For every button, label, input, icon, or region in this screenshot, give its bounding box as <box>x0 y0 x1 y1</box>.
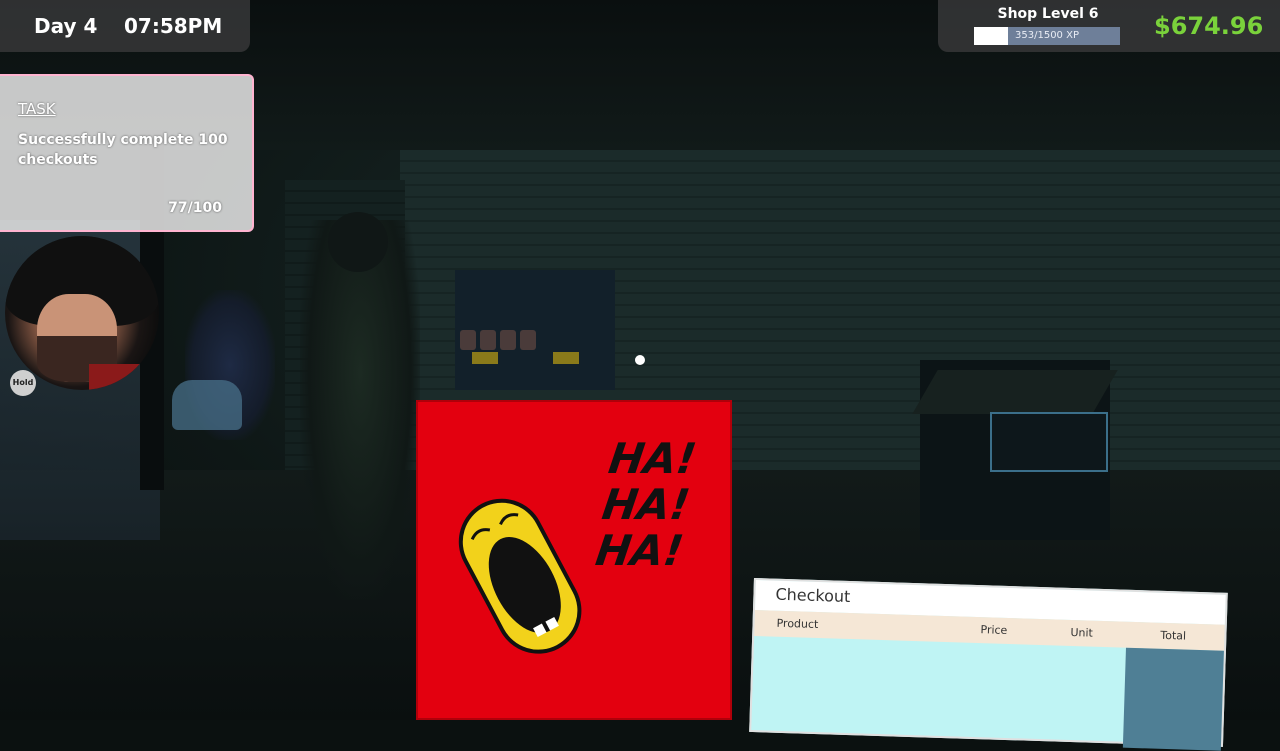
price-tag <box>553 352 579 364</box>
checkout-title: Checkout <box>775 584 851 607</box>
column-product: Product <box>776 616 819 632</box>
column-price: Price <box>980 623 1008 637</box>
shop-level-label: Shop Level 6 <box>997 6 1099 22</box>
checkout-screen[interactable]: Checkout Product Price Unit Total <box>749 578 1228 751</box>
hold-mouse-icon: Hold <box>10 370 36 396</box>
shelf-product[interactable] <box>460 330 476 350</box>
task-description: Successfully complete 100 checkouts <box>18 132 228 168</box>
task-progress: 77/100 <box>168 200 222 216</box>
shelf-product[interactable] <box>480 330 496 350</box>
time-label: 07:58PM <box>124 14 223 38</box>
customer-walking[interactable] <box>300 220 420 600</box>
laughing-meme-overlay: HA! HA! HA! <box>416 400 732 720</box>
shelf-product[interactable] <box>520 330 536 350</box>
webcam-shirt <box>89 364 159 390</box>
customer-head <box>328 212 388 272</box>
money-balance: $674.96 <box>1154 12 1264 40</box>
shop-level-panel: Shop Level 6 353/1500 XP $674.96 <box>938 0 1280 52</box>
day-label: Day 4 <box>34 14 98 38</box>
checkout-total-area <box>1122 647 1224 751</box>
task-title: TASK <box>18 100 56 118</box>
storage-bin-top <box>912 370 1118 414</box>
meme-laugh-text: HA! HA! HA! <box>592 434 700 575</box>
storage-bin-outline[interactable] <box>990 412 1108 472</box>
shelf-product[interactable] <box>500 330 516 350</box>
xp-progress-bar: 353/1500 XP <box>974 27 1120 45</box>
xp-text: 353/1500 XP <box>1015 30 1079 41</box>
streamer-webcam <box>5 236 159 390</box>
column-total: Total <box>1160 628 1187 643</box>
column-unit: Unit <box>1070 625 1094 640</box>
day-time-panel: Day 4 07:58PM <box>0 0 250 52</box>
crosshair <box>635 355 645 365</box>
task-panel: TASK Successfully complete 100 checkouts… <box>0 74 254 232</box>
chair <box>172 380 242 430</box>
price-tag <box>472 352 498 364</box>
